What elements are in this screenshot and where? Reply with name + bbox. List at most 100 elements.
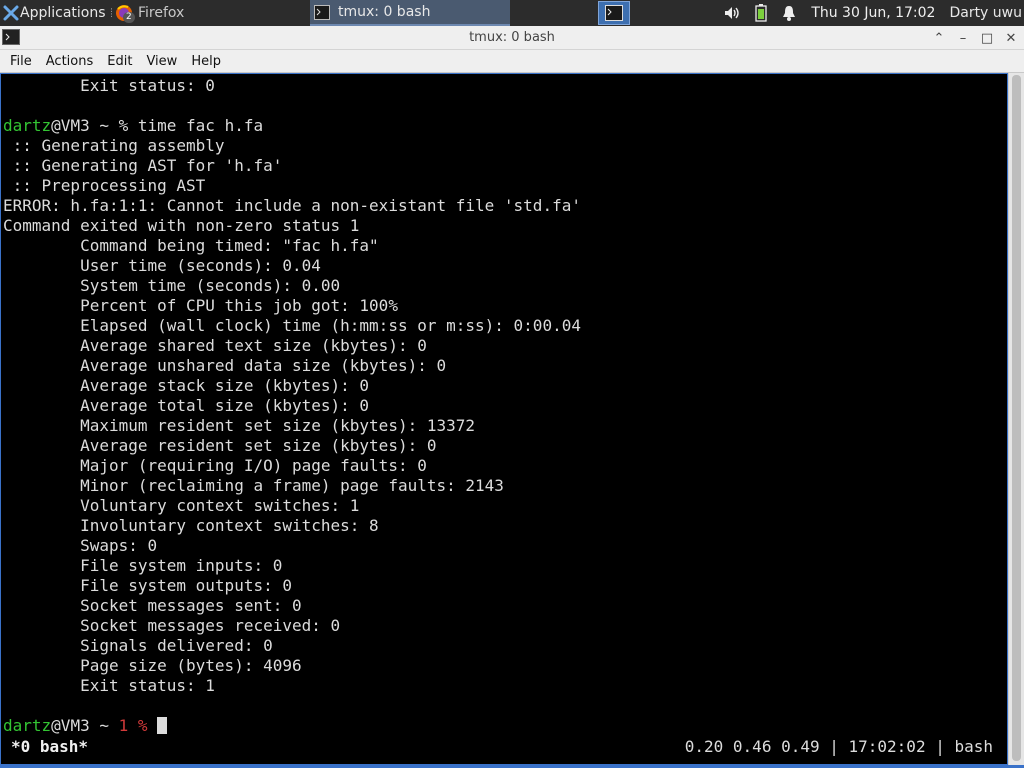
terminal-output: Exit status: 0 dartz@VM3 ~ % time fac h.f… xyxy=(3,76,581,736)
tmux-task-label: tmux: 0 bash xyxy=(338,4,431,20)
terminal-line: System time (seconds): 0.00 xyxy=(3,276,581,296)
terminal-text: Socket messages received: 0 xyxy=(3,616,341,635)
terminal-line: Percent of CPU this job got: 100% xyxy=(3,296,581,316)
terminal-line: :: Generating assembly xyxy=(3,136,581,156)
terminal-line: Major (requiring I/O) page faults: 0 xyxy=(3,456,581,476)
terminal-line: Swaps: 0 xyxy=(3,536,581,556)
terminal-line: Average shared text size (kbytes): 0 xyxy=(3,336,581,356)
window-title: tmux: 0 bash xyxy=(469,30,555,45)
terminal-text: Socket messages sent: 0 xyxy=(3,596,302,615)
terminal-text: Page size (bytes): 4096 xyxy=(3,656,302,675)
terminal-view[interactable]: Exit status: 0 dartz@VM3 ~ % time fac h.f… xyxy=(0,73,1008,765)
terminal-line: Average total size (kbytes): 0 xyxy=(3,396,581,416)
tmux-status-bar: *0 bash* 0.20 0.46 0.49 | 17:02:02 | bas… xyxy=(11,734,993,758)
prompt-user: dartz xyxy=(3,716,52,735)
terminal-text: Swaps: 0 xyxy=(3,536,158,555)
terminal-text: Voluntary context switches: 1 xyxy=(3,496,360,515)
tmux-window-list[interactable]: *0 bash* xyxy=(11,737,88,756)
prompt-exit-code: 1 % xyxy=(118,716,148,735)
terminal-text: Elapsed (wall clock) time (h:mm:ss or m:… xyxy=(3,316,581,335)
terminal-line: File system outputs: 0 xyxy=(3,576,581,596)
terminal-text: System time (seconds): 0.00 xyxy=(3,276,341,295)
terminal-text: :: Preprocessing AST xyxy=(3,176,206,195)
scrollbar-thumb[interactable] xyxy=(1012,75,1021,761)
terminal-text: File system inputs: 0 xyxy=(3,556,283,575)
terminal-text: Average shared text size (kbytes): 0 xyxy=(3,336,427,355)
terminal-text: Percent of CPU this job got: 100% xyxy=(3,296,398,315)
shade-button[interactable]: ⌃ xyxy=(932,31,946,46)
user-menu[interactable]: Darty uwu xyxy=(949,5,1022,21)
terminal-line: Average unshared data size (kbytes): 0 xyxy=(3,356,581,376)
terminal-icon xyxy=(605,5,623,21)
terminal-text: Average stack size (kbytes): 0 xyxy=(3,376,370,395)
applications-label: Applications ≣ xyxy=(20,5,112,21)
maximize-button[interactable]: □ xyxy=(980,31,994,46)
terminal-line: Average resident set size (kbytes): 0 xyxy=(3,436,581,456)
terminal-text: Exit status: 1 xyxy=(3,676,215,695)
firefox-icon: 2 xyxy=(114,3,135,23)
terminal-text: User time (seconds): 0.04 xyxy=(3,256,321,275)
prompt-user: dartz xyxy=(3,116,52,135)
terminal-text: ERROR: h.fa:1:1: Cannot include a non-ex… xyxy=(3,196,581,215)
terminal-line: User time (seconds): 0.04 xyxy=(3,256,581,276)
close-button[interactable]: ✕ xyxy=(1004,31,1018,46)
terminal-text: Involuntary context switches: 8 xyxy=(3,516,379,535)
terminal-text: :: Generating assembly xyxy=(3,136,225,155)
terminal-text: @VM3 ~ % time fac h.fa xyxy=(51,116,264,135)
terminal-line: Voluntary context switches: 1 xyxy=(3,496,581,516)
terminal-text: Major (requiring I/O) page faults: 0 xyxy=(3,456,427,475)
terminal-text: Signals delivered: 0 xyxy=(3,636,273,655)
minimize-button[interactable]: – xyxy=(956,31,970,46)
terminal-icon xyxy=(314,4,330,20)
terminal-line: File system inputs: 0 xyxy=(3,556,581,576)
menu-actions[interactable]: Actions xyxy=(39,54,101,69)
terminal-text: Average resident set size (kbytes): 0 xyxy=(3,436,437,455)
terminal-line: dartz@VM3 ~ % time fac h.fa xyxy=(3,116,581,136)
terminal-cursor xyxy=(157,717,168,734)
window-titlebar[interactable]: tmux: 0 bash ⌃ – □ ✕ xyxy=(0,26,1024,50)
terminal-line: Socket messages received: 0 xyxy=(3,616,581,636)
terminal-text: Average total size (kbytes): 0 xyxy=(3,396,370,415)
terminal-text: @VM3 ~ xyxy=(51,716,119,735)
terminal-text: Average unshared data size (kbytes): 0 xyxy=(3,356,447,375)
volume-icon[interactable] xyxy=(723,5,741,21)
terminal-text: Command exited with non-zero status 1 xyxy=(3,216,360,235)
terminal-text: :: Generating AST for 'h.fa' xyxy=(3,156,283,175)
bell-icon[interactable] xyxy=(781,5,797,21)
system-tray: Thu 30 Jun, 17:02 Darty uwu xyxy=(723,0,1024,26)
terminal-text: Exit status: 0 xyxy=(3,76,215,95)
taskbar-firefox[interactable]: 2 Firefox xyxy=(110,0,314,26)
terminal-scrollbar[interactable] xyxy=(1008,73,1024,765)
terminal-line: Exit status: 0 xyxy=(3,76,581,96)
terminal-line: Average stack size (kbytes): 0 xyxy=(3,376,581,396)
battery-icon[interactable] xyxy=(755,4,767,22)
tmux-status-right: 0.20 0.46 0.49 | 17:02:02 | bash xyxy=(684,736,993,756)
xfce-mouse-icon xyxy=(2,4,20,22)
terminal-line: ERROR: h.fa:1:1: Cannot include a non-ex… xyxy=(3,196,581,216)
applications-menu-button[interactable]: Applications ≣ xyxy=(0,0,112,26)
menu-view[interactable]: View xyxy=(139,54,184,69)
menu-file[interactable]: File xyxy=(3,54,39,69)
menu-help[interactable]: Help xyxy=(184,54,228,69)
terminal-line: Maximum resident set size (kbytes): 1337… xyxy=(3,416,581,436)
terminal-line: Exit status: 1 xyxy=(3,676,581,696)
terminal-line: Involuntary context switches: 8 xyxy=(3,516,581,536)
clock[interactable]: Thu 30 Jun, 17:02 xyxy=(811,5,935,21)
terminal-line: Signals delivered: 0 xyxy=(3,636,581,656)
terminal-launcher-button[interactable] xyxy=(598,1,630,25)
terminal-text: Command being timed: "fac h.fa" xyxy=(3,236,379,255)
terminal-text: Minor (reclaiming a frame) page faults: … xyxy=(3,476,504,495)
taskbar-tmux[interactable]: tmux: 0 bash xyxy=(310,0,510,26)
terminal-text: File system outputs: 0 xyxy=(3,576,292,595)
terminal-line: Command exited with non-zero status 1 xyxy=(3,216,581,236)
terminal-line: :: Generating AST for 'h.fa' xyxy=(3,156,581,176)
terminal-line: Page size (bytes): 4096 xyxy=(3,656,581,676)
terminal-text: Maximum resident set size (kbytes): 1337… xyxy=(3,416,476,435)
terminal-line: Socket messages sent: 0 xyxy=(3,596,581,616)
terminal-line: Minor (reclaiming a frame) page faults: … xyxy=(3,476,581,496)
menu-edit[interactable]: Edit xyxy=(100,54,139,69)
menubar: File Actions Edit View Help xyxy=(0,50,1024,73)
